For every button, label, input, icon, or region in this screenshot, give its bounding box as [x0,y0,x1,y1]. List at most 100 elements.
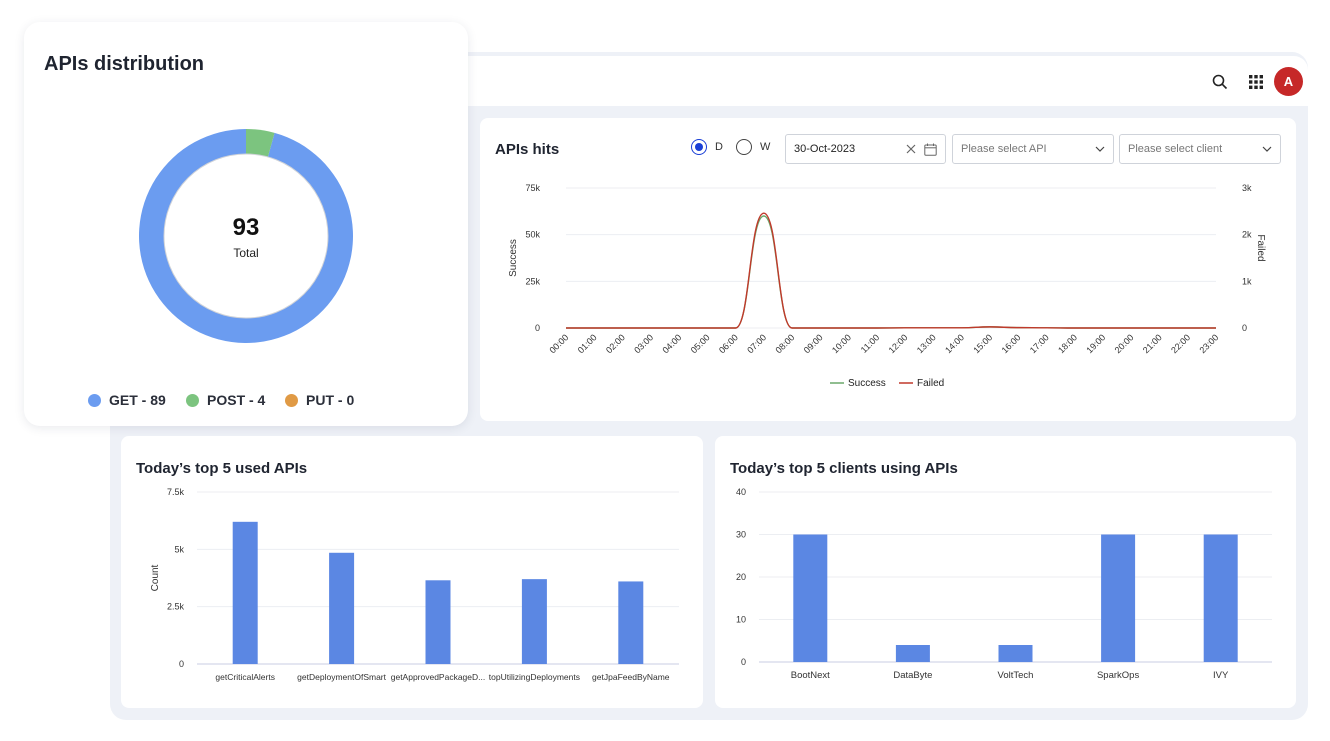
bar-x-tick: BootNext [791,670,830,681]
apis-hits-card: APIs hits D W 30-Oct-2023 Please select … [480,118,1296,421]
hits-x-tick: 09:00 [802,332,825,355]
legend-item-put: PUT - 0 [285,392,354,408]
bar-y-tick: 30 [736,530,746,540]
bar[interactable] [793,534,828,663]
client-select[interactable]: Please select client [1119,134,1281,164]
donut-total-value: 93 [233,214,260,241]
hits-x-tick: 03:00 [632,332,655,355]
legend-dot-post [186,393,199,407]
legend-item-post: POST - 4 [186,392,265,408]
hits-y-axis-label: Success [508,239,519,277]
bar[interactable] [329,552,355,664]
legend-dot-get [88,393,101,407]
user-avatar[interactable]: A [1274,67,1303,96]
top-bar [440,56,1308,106]
hits-legend-label: Failed [917,378,944,389]
hits-x-tick: 20:00 [1113,332,1136,355]
hits-y-tick: 0 [535,323,540,333]
chevron-down-icon [1095,146,1105,152]
search-icon[interactable] [1208,70,1232,94]
bar-x-tick: getApprovedPackageD... [391,672,486,682]
top-apis-title: Today’s top 5 used APIs [136,460,308,477]
client-select-placeholder: Please select client [1128,143,1223,155]
top-apis-bar-chart: 0 2.5k 5k 7.5k Count getCriticalAlerts getDepl… [150,487,679,682]
hits-x-tick: 12:00 [887,332,910,355]
bar-x-tick: getDeploymentOfSmart [297,672,386,682]
api-select[interactable]: Please select API [952,134,1114,164]
bar-y-axis-label: Count [150,564,161,591]
bar[interactable] [1203,534,1238,663]
bar-x-tick: getJpaFeedByName [592,672,670,682]
hits-x-tick: 11:00 [859,332,882,355]
bar-x-tick: IVY [1213,670,1229,681]
bar-y-tick: 0 [179,659,184,669]
legend-item-get: GET - 89 [88,392,166,408]
bar-x-tick: VoltTech [998,670,1034,681]
apis-distribution-donut: 93 Total [139,129,354,343]
hits-x-tick: 15:00 [971,332,994,355]
hits-x-tick: 19:00 [1084,332,1107,355]
legend-label-post: POST - 4 [207,392,266,408]
apis-hits-line-chart: 0 25k 50k 75k 0 1k 2k 3k Success Failed 00:00 01:00… [508,183,1266,389]
bar-x-tick: topUtilizingDeployments [489,672,580,682]
apps-grid-icon[interactable] [1244,70,1268,94]
bar-y-tick: 10 [736,615,746,625]
hits-y-tick: 50k [525,230,540,240]
hits-x-tick: 16:00 [1000,332,1023,355]
hits-x-tick: 04:00 [660,332,683,355]
hits-legend-label: Success [848,378,886,389]
hits-x-tick: 14:00 [943,332,966,355]
top-clients-card: Today’s top 5 clients using APIs 0 10 20 30… [715,436,1296,708]
radio-day-label: D [715,141,723,153]
hits-x-tick: 01:00 [576,332,599,355]
radio-week-indicator [736,139,752,155]
top-clients-bar-chart: 0 10 20 30 40 BootNext DataByte VoltTech SparkOp… [736,487,1272,681]
bar-y-tick: 2.5k [167,602,185,612]
bar[interactable] [998,645,1033,662]
hits-y-tick: 25k [525,276,540,286]
clear-icon[interactable] [906,144,916,154]
bar-y-tick: 0 [741,657,746,667]
hits-x-tick: 17:00 [1028,332,1051,355]
calendar-icon[interactable] [924,143,937,156]
bar-y-tick: 20 [736,572,746,582]
hits-y2-tick: 2k [1242,230,1252,240]
hits-x-tick: 02:00 [604,332,627,355]
hits-x-tick: 10:00 [830,332,853,355]
hits-series-failed [565,212,1216,329]
radio-day-indicator [691,139,707,155]
hits-x-tick: 13:00 [915,332,938,355]
hits-x-tick: 07:00 [745,332,768,355]
api-select-placeholder: Please select API [961,143,1047,155]
hits-x-tick: 23:00 [1197,332,1220,355]
bar-x-tick: SparkOps [1097,670,1139,681]
top-clients-title: Today’s top 5 clients using APIs [730,460,958,477]
hits-y2-axis-label: Failed [1255,234,1266,261]
hits-y2-tick: 3k [1242,183,1252,193]
hits-y2-tick: 0 [1242,323,1247,333]
radio-day[interactable]: D [691,139,723,155]
radio-week[interactable]: W [736,139,770,155]
hits-x-tick: 22:00 [1169,332,1192,355]
bar-y-tick: 7.5k [167,487,185,497]
bar-y-tick: 5k [174,544,184,554]
date-value: 30-Oct-2023 [794,143,856,155]
hits-x-tick: 06:00 [717,332,740,355]
apis-distribution-card: APIs distribution 93 Total GET - 89 POST… [24,22,468,426]
hits-x-tick: 00:00 [547,332,570,355]
hits-x-tick: 21:00 [1141,332,1164,355]
bar[interactable] [425,580,451,664]
bar[interactable] [232,521,258,664]
bar[interactable] [895,645,930,662]
hits-y-tick: 75k [525,183,540,193]
chevron-down-icon [1262,146,1272,152]
distribution-title: APIs distribution [44,53,204,75]
donut-total-label: Total [233,246,258,260]
hits-title: APIs hits [495,141,560,158]
bar[interactable] [521,579,547,664]
bar[interactable] [1101,534,1136,663]
bar[interactable] [618,581,644,664]
top-apis-card: Today’s top 5 used APIs 0 2.5k 5k 7.5k Count… [121,436,703,708]
date-field[interactable]: 30-Oct-2023 [785,134,946,164]
legend-label-get: GET - 89 [109,392,166,408]
